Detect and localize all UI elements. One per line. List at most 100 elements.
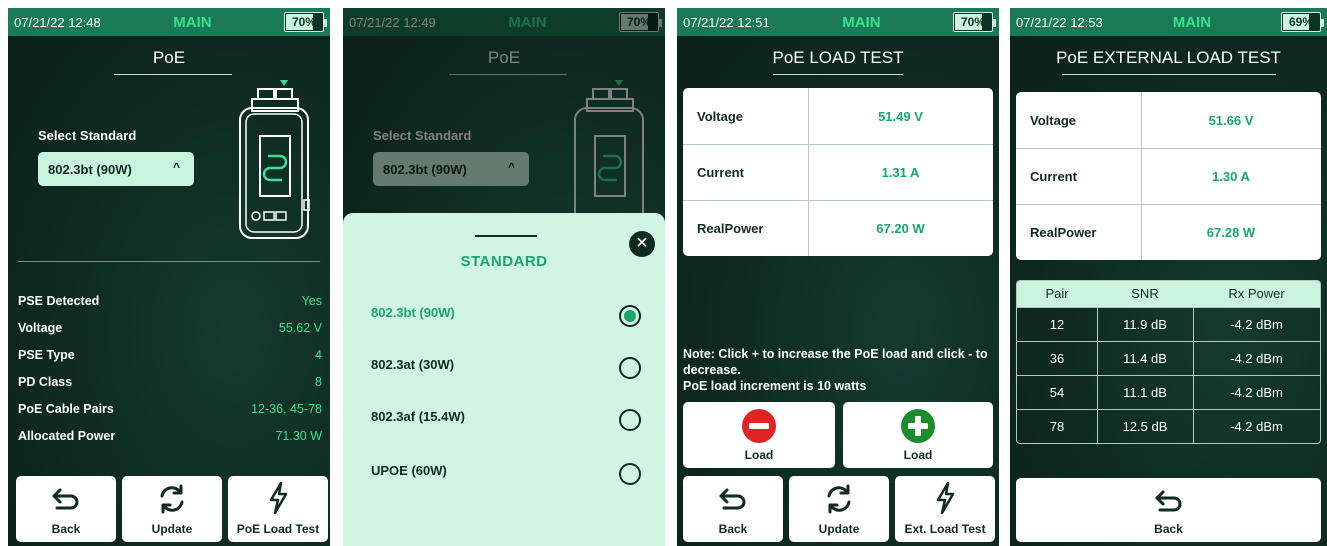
note-text: Note: Click + to increase the PoE load a… (683, 347, 988, 377)
increase-load-button[interactable]: Load (843, 402, 993, 468)
table-row: 54 11.1 dB -4.2 dBm (1017, 375, 1320, 409)
back-arrow-icon (52, 488, 79, 510)
battery-percent: 69% (1288, 15, 1314, 29)
status-mode: MAIN (1172, 13, 1212, 31)
minus-circle-icon (742, 409, 776, 443)
table-cell: -4.2 dBm (1230, 385, 1283, 400)
option-upoe[interactable]: UPOE (60W) (371, 463, 649, 487)
increase-load-label: Load (903, 448, 933, 462)
dropdown-value: 802.3bt (90W) (48, 161, 132, 177)
info-row-cable-pairs: PoE Cable Pairs 12-36, 45-78 (18, 402, 322, 422)
decrease-load-label: Load (744, 448, 774, 462)
table-cell: 54 (1049, 385, 1065, 400)
status-time: 07/21/22 12:53 (1016, 14, 1103, 30)
table-cell: 36 (1049, 351, 1065, 366)
title-underline (1062, 74, 1276, 75)
metric-label: Current (697, 164, 744, 180)
decrease-load-button[interactable]: Load (683, 402, 835, 468)
page-title: PoE (487, 48, 521, 67)
chevron-up-icon: ^ (172, 160, 180, 174)
title-underline (773, 74, 903, 75)
poe-load-test-button[interactable]: PoE Load Test (228, 476, 328, 542)
radio-button[interactable] (619, 463, 641, 485)
standard-dropdown[interactable]: 802.3bt (90W) ^ (373, 152, 529, 186)
ext-load-test-button[interactable]: Ext. Load Test (895, 476, 995, 542)
status-bar: 07/21/22 12:49 MAIN 70% (343, 8, 665, 36)
radio-button-selected[interactable] (619, 305, 641, 327)
status-bar: 07/21/22 12:53 MAIN 69% (1010, 8, 1327, 36)
refresh-icon (827, 484, 851, 514)
status-time: 07/21/22 12:49 (349, 14, 436, 30)
header-pair: Pair (1045, 286, 1069, 301)
back-button[interactable]: Back (1016, 478, 1321, 542)
load-note: Note: Click + to increase the PoE load a… (683, 346, 993, 394)
back-button[interactable]: Back (683, 476, 783, 542)
info-row-allocated-power: Allocated Power 71.30 W (18, 429, 322, 449)
header-snr: SNR (1131, 286, 1159, 301)
standard-dropdown[interactable]: 802.3bt (90W) ^ (38, 152, 194, 186)
info-row-pse-type: PSE Type 4 (18, 348, 322, 368)
header-rx-power: Rx Power (1228, 286, 1285, 301)
option-802-3af[interactable]: 802.3af (15.4W) (371, 409, 649, 433)
back-label: Back (1154, 522, 1183, 536)
metrics-card: Voltage 51.49 V Current 1.31 A RealPower… (683, 88, 993, 256)
metric-label: Voltage (1030, 112, 1076, 128)
update-label: Update (818, 522, 860, 536)
metric-row-current: Current 1.30 A (1016, 148, 1321, 204)
close-icon[interactable]: ✕ (629, 231, 655, 257)
option-802-3bt[interactable]: 802.3bt (90W) (371, 305, 649, 329)
battery-nub (1321, 19, 1324, 27)
info-label: Allocated Power (18, 429, 116, 443)
ext-load-test-label: Ext. Load Test (904, 522, 986, 536)
option-802-3at[interactable]: 802.3at (30W) (371, 357, 649, 381)
sheet-handle[interactable] (475, 235, 537, 237)
metric-value: 67.20 W (876, 220, 925, 236)
battery-nub (993, 19, 996, 27)
snr-table: Pair SNR Rx Power 12 11.9 dB -4.2 dBm 36… (1016, 280, 1321, 444)
status-mode: MAIN (508, 13, 547, 31)
metric-label: Current (1030, 168, 1077, 184)
refresh-icon (160, 484, 184, 514)
metric-row-voltage: Voltage 51.49 V (683, 88, 993, 144)
metric-value: 51.66 V (1208, 112, 1254, 128)
table-row: 78 12.5 dB -4.2 dBm (1017, 409, 1320, 443)
metric-row-current: Current 1.31 A (683, 144, 993, 200)
select-standard-label: Select Standard (38, 128, 137, 143)
lightning-icon (269, 482, 288, 514)
table-cell: 11.1 dB (1123, 385, 1167, 400)
tester-device-icon (239, 80, 310, 239)
option-label: 802.3bt (90W) (371, 305, 455, 320)
option-label: 802.3af (15.4W) (371, 409, 465, 424)
update-label: Update (151, 522, 193, 536)
back-label: Back (718, 522, 748, 536)
radio-button[interactable] (619, 357, 641, 379)
update-button[interactable]: Update (122, 476, 222, 542)
screen-poe-external-load-test: 07/21/22 12:53 MAIN 69% PoE EXTERNAL LOA… (1010, 8, 1327, 546)
metric-value: 67.28 W (1206, 224, 1256, 240)
radio-button[interactable] (619, 409, 641, 431)
plus-circle-icon (901, 409, 935, 443)
status-mode: MAIN (842, 13, 881, 31)
table-cell: -4.2 dBm (1230, 419, 1283, 434)
back-button[interactable]: Back (16, 476, 116, 542)
info-label: Voltage (18, 321, 63, 335)
battery-indicator: 70% (284, 12, 327, 32)
status-time: 07/21/22 12:51 (683, 14, 770, 30)
metric-value: 1.30 A (1212, 168, 1250, 184)
back-arrow-icon (1155, 490, 1181, 512)
select-standard-label: Select Standard (373, 128, 472, 143)
table-header: Pair SNR Rx Power (1017, 281, 1320, 307)
screen-standard-picker: 07/21/22 12:49 MAIN 70% PoE Select Stand… (343, 8, 665, 546)
table-cell: 12 (1049, 317, 1065, 332)
info-value: 4 (315, 348, 322, 362)
radio-dot (624, 310, 636, 322)
battery-indicator: 70% (619, 12, 662, 32)
info-row-voltage: Voltage 55.62 V (18, 321, 322, 341)
battery-percent: 70% (960, 15, 986, 29)
info-value: 12-36, 45-78 (251, 402, 322, 416)
info-label: PSE Detected (18, 294, 100, 308)
update-button[interactable]: Update (789, 476, 889, 542)
table-cell: -4.2 dBm (1230, 351, 1283, 366)
info-value: Yes (301, 294, 322, 308)
poe-load-test-label: PoE Load Test (236, 522, 320, 536)
